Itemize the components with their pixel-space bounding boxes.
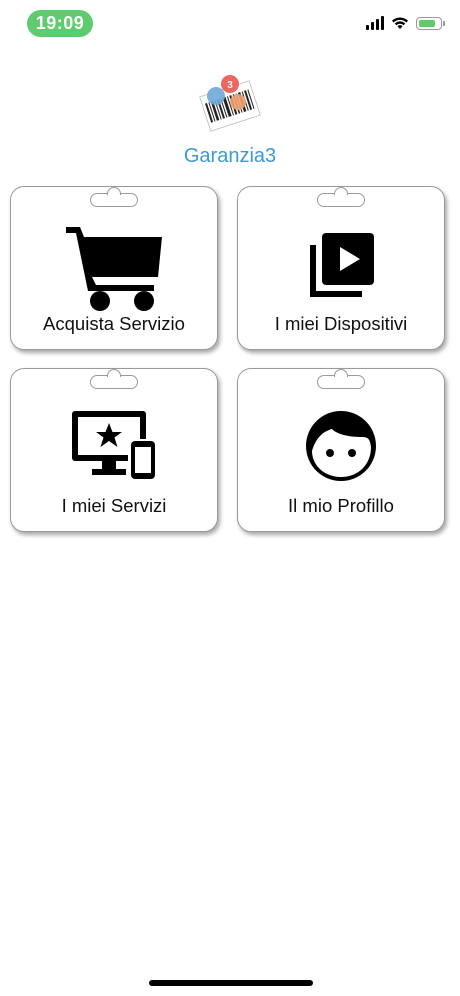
menu-card-acquista-servizio[interactable]: Acquista Servizio — [10, 186, 218, 350]
menu-card-label: Il mio Profillo — [288, 495, 394, 516]
cellular-signal-icon — [366, 16, 384, 30]
status-icons — [366, 16, 445, 30]
video-library-icon — [310, 233, 374, 297]
menu-card-label: Acquista Servizio — [43, 313, 185, 334]
menu-card-miei-dispositivi[interactable]: I miei Dispositivi — [237, 186, 445, 350]
home-indicator[interactable] — [149, 980, 313, 986]
menu-card-miei-servizi[interactable]: I miei Servizi — [10, 368, 218, 532]
wifi-icon — [392, 17, 408, 29]
menu-card-label: I miei Dispositivi — [274, 313, 408, 334]
battery-charging-icon — [416, 16, 445, 30]
menu-card-mio-profilo[interactable]: Il mio Profillo — [237, 368, 445, 532]
svg-text:3: 3 — [227, 80, 233, 91]
status-bar: 19:09 — [0, 0, 460, 50]
card-hanger — [317, 187, 365, 207]
garanzia3-logo: 3 — [199, 75, 261, 132]
menu-grid: Acquista Servizio I miei Dispositivi I m… — [10, 186, 450, 536]
devices-star-icon — [72, 411, 156, 481]
status-time: 19:09 — [27, 10, 93, 37]
face-icon — [306, 411, 376, 481]
app-title: Garanzia3 — [183, 145, 277, 167]
brand-header: 3 Garanzia3 — [0, 70, 460, 168]
card-hanger — [317, 369, 365, 389]
card-hanger — [90, 187, 138, 207]
card-hanger — [90, 369, 138, 389]
menu-card-label: I miei Servizi — [61, 495, 167, 516]
shopping-cart-icon — [66, 227, 162, 311]
